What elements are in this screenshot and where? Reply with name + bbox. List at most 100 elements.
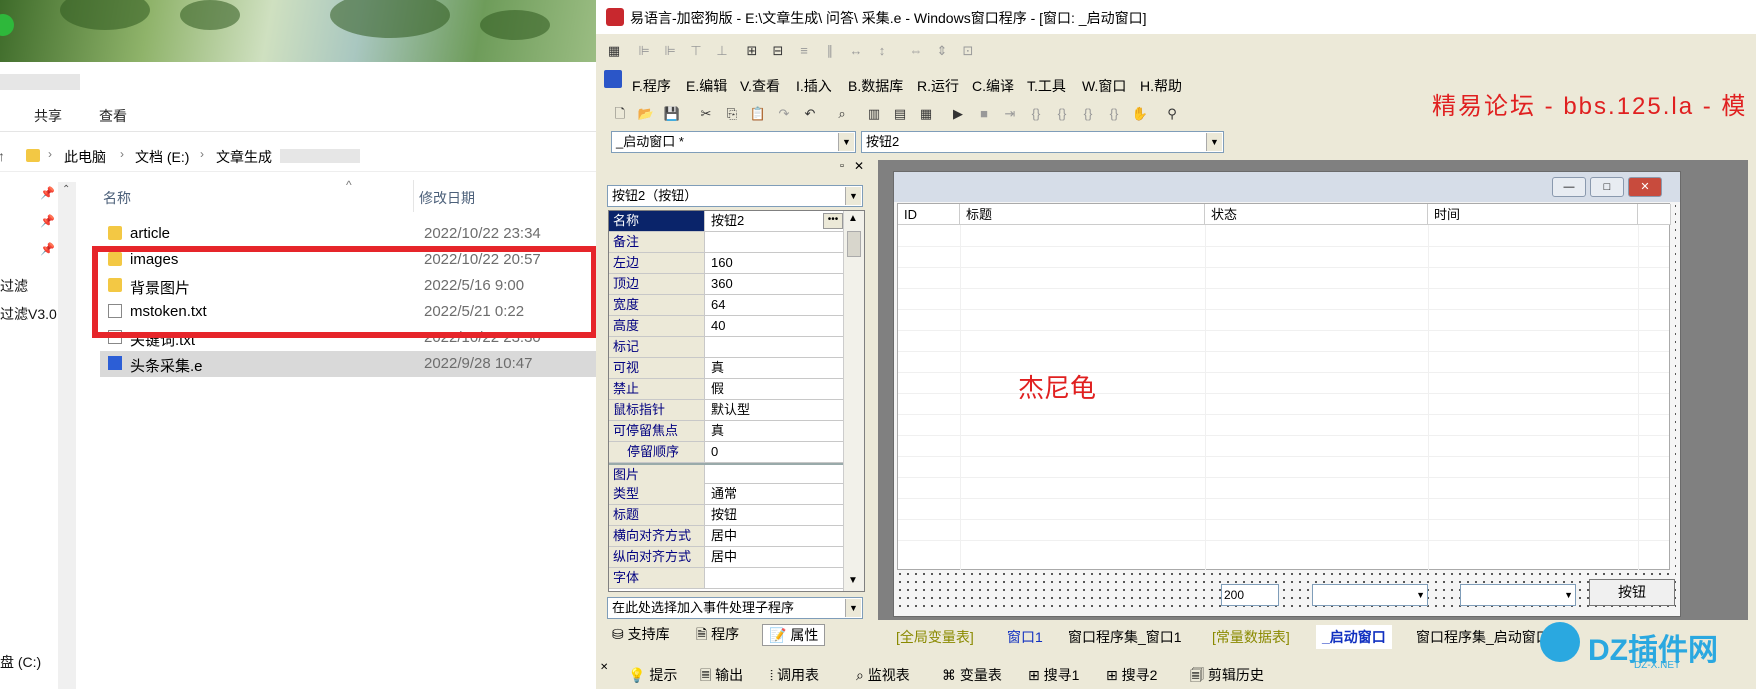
prop-row-picture[interactable]: 图片 — [609, 463, 845, 485]
run-to-icon[interactable]: {} — [1104, 105, 1124, 123]
spacing-h-icon[interactable]: ↔ — [846, 42, 866, 60]
listview-col-status[interactable]: 状态 — [1205, 204, 1428, 225]
center-h-icon[interactable]: ⊞ — [742, 42, 762, 60]
step-icon[interactable]: ⇥ — [1000, 105, 1020, 123]
size-v-icon[interactable]: ⇕ — [932, 42, 952, 60]
step-into-icon[interactable]: {} — [1026, 105, 1046, 123]
menu-run[interactable]: R.运行 — [917, 76, 959, 96]
prop-row-caption[interactable]: 标题 按钮 — [609, 505, 845, 526]
prop-row-width[interactable]: 宽度 64 — [609, 295, 845, 316]
open-folder-icon[interactable]: 📂 — [636, 105, 656, 123]
prop-row-visible[interactable]: 可视真 — [609, 358, 845, 379]
size-both-icon[interactable]: ⊡ — [958, 42, 978, 60]
tab-global-vars[interactable]: [全局变量表] — [890, 625, 980, 649]
prop-row-remark[interactable]: 备注 — [609, 232, 845, 253]
form-combo-2[interactable]: ▼ — [1460, 584, 1576, 606]
form-number-input[interactable]: 200 — [1221, 584, 1279, 606]
same-width-icon[interactable]: ≡ — [794, 42, 814, 60]
menu-database[interactable]: B.数据库 — [848, 76, 903, 96]
find-icon[interactable]: ⌕ — [832, 105, 852, 123]
same-height-icon[interactable]: ∥ — [820, 42, 840, 60]
panel-close-icon[interactable]: ✕ — [854, 159, 864, 173]
property-object-selector[interactable]: 按钮2（按钮） ▼ — [607, 185, 863, 207]
chevron-down-icon[interactable]: ▼ — [838, 133, 854, 151]
listview-col-id[interactable]: ID — [898, 204, 960, 225]
align-left-icon[interactable]: ⊫ — [634, 42, 654, 60]
size-h-icon[interactable]: ⇔ — [906, 42, 926, 60]
tab-clipboard-history[interactable]: 🗐 剪辑历史 — [1190, 662, 1264, 688]
tab-program[interactable]: 🗎 程序 — [696, 624, 739, 648]
cut-icon[interactable]: ✂ — [696, 105, 716, 123]
tab-window1-assembly[interactable]: 窗口程序集_窗口1 — [1062, 625, 1188, 649]
form-button[interactable]: 按钮 — [1589, 579, 1675, 606]
tab-view[interactable]: 查看 — [99, 106, 127, 126]
save-icon[interactable]: 💾 — [662, 105, 682, 123]
chevron-down-icon[interactable]: ▼ — [845, 187, 861, 205]
menu-tools[interactable]: T.工具 — [1027, 76, 1066, 96]
nav-item-filter[interactable]: 过滤 — [0, 276, 28, 296]
prop-row-type[interactable]: 类型 通常 — [609, 484, 845, 505]
menu-compile[interactable]: C.编译 — [972, 76, 1014, 96]
prop-row-top[interactable]: 顶边 360 — [609, 274, 845, 295]
file-row-article[interactable]: article 2022/10/22 23:34 — [100, 221, 596, 247]
prop-row-tag[interactable]: 标记 — [609, 337, 845, 358]
file-row-toutiao-e[interactable]: 头条采集.e 2022/9/28 10:47 — [100, 351, 596, 377]
redo-icon[interactable]: ↷ — [774, 105, 794, 123]
tab-search1[interactable]: ⊞ 搜寻1 — [1028, 662, 1079, 688]
close-icon[interactable]: ✕ — [600, 662, 608, 673]
event-selector[interactable]: 在此处选择加入事件处理子程序 ▼ — [607, 597, 863, 619]
prop-row-height[interactable]: 高度 40 — [609, 316, 845, 337]
prop-row-name[interactable]: 名称 按钮2 ••• — [609, 211, 845, 232]
prop-row-disabled[interactable]: 禁止假 — [609, 379, 845, 400]
breadcrumb-drive[interactable]: 文档 (E:) — [135, 147, 189, 167]
stop-icon[interactable]: ■ — [974, 105, 994, 123]
breadcrumb-this-pc[interactable]: 此电脑 — [64, 147, 106, 167]
prop-row-focusable[interactable]: 可停留焦点真 — [609, 421, 845, 442]
menu-help[interactable]: H.帮助 — [1140, 76, 1182, 96]
scroll-down-icon[interactable]: ▼ — [848, 575, 858, 586]
minimize-icon[interactable]: — — [1552, 177, 1586, 197]
tab-properties[interactable]: 📝 属性 — [762, 624, 826, 646]
chevron-down-icon[interactable]: ▼ — [845, 599, 861, 617]
tab-support-library[interactable]: ⛁ 支持库 — [612, 624, 670, 644]
prop-row-cursor[interactable]: 鼠标指针 默认型 — [609, 400, 845, 421]
listview-col-title[interactable]: 标题 — [960, 204, 1205, 225]
tab-share[interactable]: 共享 — [34, 106, 62, 126]
address-bar[interactable]: ↑ › 此电脑 › 文档 (E:) › 文章生成 — [0, 140, 596, 172]
listview-col-time[interactable]: 时间 — [1428, 204, 1638, 225]
run-icon[interactable]: ▶ — [948, 105, 968, 123]
panel-restore-icon[interactable]: ▫ — [840, 160, 844, 172]
tab-constants[interactable]: [常量数据表] — [1206, 625, 1296, 649]
tab-hint[interactable]: 💡 提示 — [628, 662, 677, 688]
step-over-icon[interactable]: {} — [1078, 105, 1098, 123]
tab-watch[interactable]: ⌕ 监视表 — [856, 662, 910, 688]
prop-row-v-align[interactable]: 纵向对齐方式 居中 — [609, 547, 845, 568]
prop-row-left[interactable]: 左边 160 — [609, 253, 845, 274]
binoculars-icon[interactable]: ⚲ — [1162, 105, 1182, 123]
copy-icon[interactable]: ⎘ — [722, 105, 742, 123]
nav-scrollbar[interactable]: ⌃ — [58, 182, 76, 689]
listview-control[interactable]: ID 标题 状态 时间 — [897, 203, 1671, 571]
prop-row-font[interactable]: 字体 — [609, 568, 845, 589]
step-out-icon[interactable]: {} — [1052, 105, 1072, 123]
layout-3-icon[interactable]: ▦ — [916, 105, 936, 123]
scroll-up-icon[interactable]: ⌃ — [62, 184, 70, 195]
tab-window1[interactable]: 窗口1 — [1001, 625, 1049, 649]
tab-variables[interactable]: ⌘ 变量表 — [942, 662, 1002, 688]
tab-output[interactable]: 🗏 输出 — [700, 662, 743, 688]
nav-item-drive-c[interactable]: 盘 (C:) — [0, 652, 41, 672]
tab-startup-assembly[interactable]: 窗口程序集_启动窗口 — [1410, 625, 1556, 649]
property-scrollbar[interactable]: ▲ ▼ — [843, 211, 864, 591]
chevron-down-icon[interactable]: ▼ — [1206, 133, 1222, 151]
layout-1-icon[interactable]: ▥ — [864, 105, 884, 123]
chevron-down-icon[interactable]: ▼ — [1564, 585, 1573, 605]
align-top-icon[interactable]: ⊤ — [686, 42, 706, 60]
center-v-icon[interactable]: ⊟ — [768, 42, 788, 60]
menu-window[interactable]: W.窗口 — [1082, 76, 1126, 96]
tab-search2[interactable]: ⊞ 搜寻2 — [1106, 662, 1157, 688]
ellipsis-button[interactable]: ••• — [823, 213, 843, 229]
component-selector[interactable]: 按钮2 ▼ — [861, 131, 1224, 153]
prop-row-tab-order[interactable]: 停留顺序 0 — [609, 442, 845, 463]
menu-program[interactable]: F.程序 — [632, 76, 671, 96]
paste-icon[interactable]: 📋 — [748, 105, 768, 123]
